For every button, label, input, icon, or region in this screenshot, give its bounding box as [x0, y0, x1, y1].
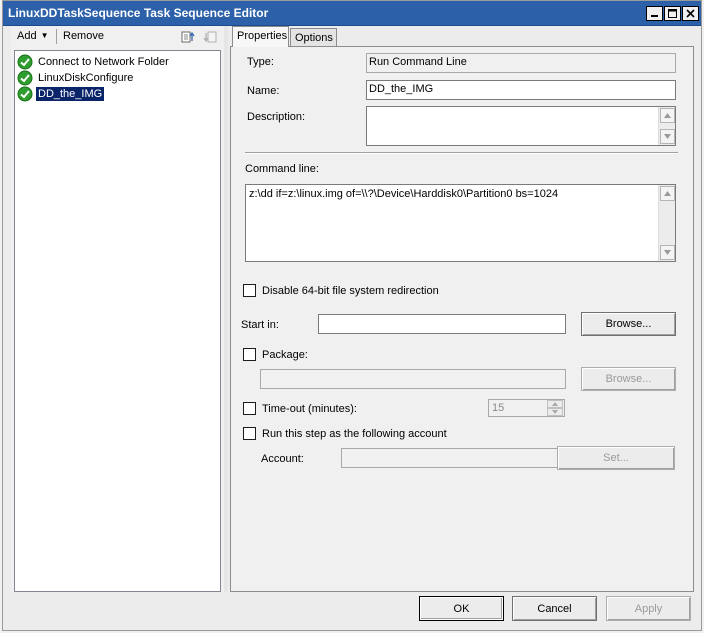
timeout-label[interactable]: Time-out (minutes):	[262, 403, 357, 415]
section-divider	[245, 152, 678, 154]
spin-down-arrow-icon	[547, 408, 563, 416]
type-field: Run Command Line	[366, 53, 676, 73]
package-field	[260, 369, 566, 389]
description-scrollbar[interactable]	[658, 107, 675, 145]
close-icon	[686, 9, 695, 18]
spin-up-arrow-icon	[547, 400, 563, 408]
success-check-icon	[17, 86, 33, 102]
dropdown-arrow-icon: ▼	[40, 31, 49, 40]
start-in-input[interactable]	[318, 314, 566, 334]
window-title: LinuxDDTaskSequence Task Sequence Editor	[8, 6, 269, 20]
maximize-icon	[668, 9, 677, 18]
name-input[interactable]: DD_the_IMG	[366, 80, 676, 100]
scroll-down-arrow-icon[interactable]	[660, 245, 675, 260]
description-textarea[interactable]	[366, 106, 676, 146]
task-sequence-tree[interactable]: Connect to Network Folder LinuxDiskConfi…	[14, 50, 221, 592]
minimize-icon	[651, 15, 658, 17]
tree-item-connect-network-folder[interactable]: Connect to Network Folder	[17, 54, 171, 70]
timeout-spin-buttons	[547, 400, 564, 416]
success-check-icon	[17, 54, 33, 70]
scroll-down-arrow-icon[interactable]	[660, 129, 675, 144]
cancel-button[interactable]: Cancel	[512, 596, 597, 621]
run-as-account-label[interactable]: Run this step as the following account	[262, 428, 447, 440]
disable-redirection-label[interactable]: Disable 64-bit file system redirection	[262, 285, 439, 297]
tree-item-label: LinuxDiskConfigure	[38, 72, 134, 84]
ok-button[interactable]: OK	[419, 596, 504, 621]
tree-item-dd-the-img[interactable]: DD_the_IMG	[17, 86, 105, 102]
run-as-account-checkbox[interactable]	[243, 427, 256, 440]
task-sequence-editor-window: LinuxDDTaskSequence Task Sequence Editor…	[2, 0, 702, 631]
type-label: Type:	[247, 56, 274, 68]
toolbar-divider	[56, 29, 57, 44]
account-label: Account:	[261, 453, 304, 465]
maximize-button[interactable]	[664, 6, 681, 21]
tab-label: Options	[295, 32, 333, 44]
tree-item-label: DD_the_IMG	[36, 87, 105, 101]
success-check-icon	[17, 70, 33, 86]
move-up-icon[interactable]	[179, 29, 195, 48]
package-label[interactable]: Package:	[262, 349, 308, 361]
timeout-checkbox[interactable]	[243, 402, 256, 415]
start-in-browse-button[interactable]: Browse...	[581, 312, 676, 336]
move-down-icon[interactable]	[203, 29, 219, 48]
apply-button: Apply	[606, 596, 691, 621]
cancel-label: Cancel	[537, 602, 572, 615]
remove-button[interactable]: Remove	[63, 30, 104, 42]
sequence-pane: Add ▼ Remove Connect to Network Folder Li…	[11, 26, 224, 592]
type-value: Run Command Line	[369, 56, 467, 68]
scroll-up-arrow-icon[interactable]	[660, 108, 675, 123]
package-browse-button: Browse...	[581, 367, 676, 391]
start-in-label: Start in:	[241, 319, 279, 331]
tree-item-linux-disk-configure[interactable]: LinuxDiskConfigure	[17, 70, 135, 86]
package-checkbox[interactable]	[243, 348, 256, 361]
tab-options[interactable]: Options	[290, 28, 337, 46]
name-label: Name:	[247, 85, 280, 97]
properties-panel: Type: Run Command Line Name: DD_the_IMG …	[230, 46, 694, 592]
tab-properties[interactable]: Properties	[232, 26, 289, 47]
command-line-scrollbar[interactable]	[658, 185, 675, 261]
set-account-button: Set...	[557, 446, 675, 470]
timeout-spinner: 15	[488, 399, 565, 417]
disable-redirection-checkbox[interactable]	[243, 284, 256, 297]
account-field	[341, 448, 566, 468]
ok-label: OK	[453, 602, 470, 615]
sequence-toolbar: Add ▼ Remove	[11, 26, 224, 48]
command-line-value: z:\dd if=z:\linux.img of=\\?\Device\Hard…	[249, 188, 559, 200]
set-label: Set...	[603, 452, 629, 464]
title-bar[interactable]: LinuxDDTaskSequence Task Sequence Editor	[3, 1, 701, 26]
apply-label: Apply	[634, 602, 663, 615]
tree-item-label: Connect to Network Folder	[38, 56, 169, 68]
description-label: Description:	[247, 111, 306, 123]
scroll-up-arrow-icon[interactable]	[660, 186, 675, 201]
pane-splitter[interactable]	[224, 26, 228, 592]
timeout-value: 15	[492, 402, 505, 414]
minimize-button[interactable]	[646, 6, 663, 21]
package-browse-label: Browse...	[605, 373, 652, 385]
command-line-textarea[interactable]: z:\dd if=z:\linux.img of=\\?\Device\Hard…	[245, 184, 676, 262]
close-button[interactable]	[682, 6, 699, 21]
command-line-label: Command line:	[245, 163, 319, 175]
tab-label: Properties	[237, 30, 288, 42]
add-label: Add	[17, 30, 37, 42]
browse-label: Browse...	[605, 318, 652, 330]
add-menu-button[interactable]: Add ▼	[17, 30, 49, 42]
name-value: DD_the_IMG	[369, 83, 434, 95]
